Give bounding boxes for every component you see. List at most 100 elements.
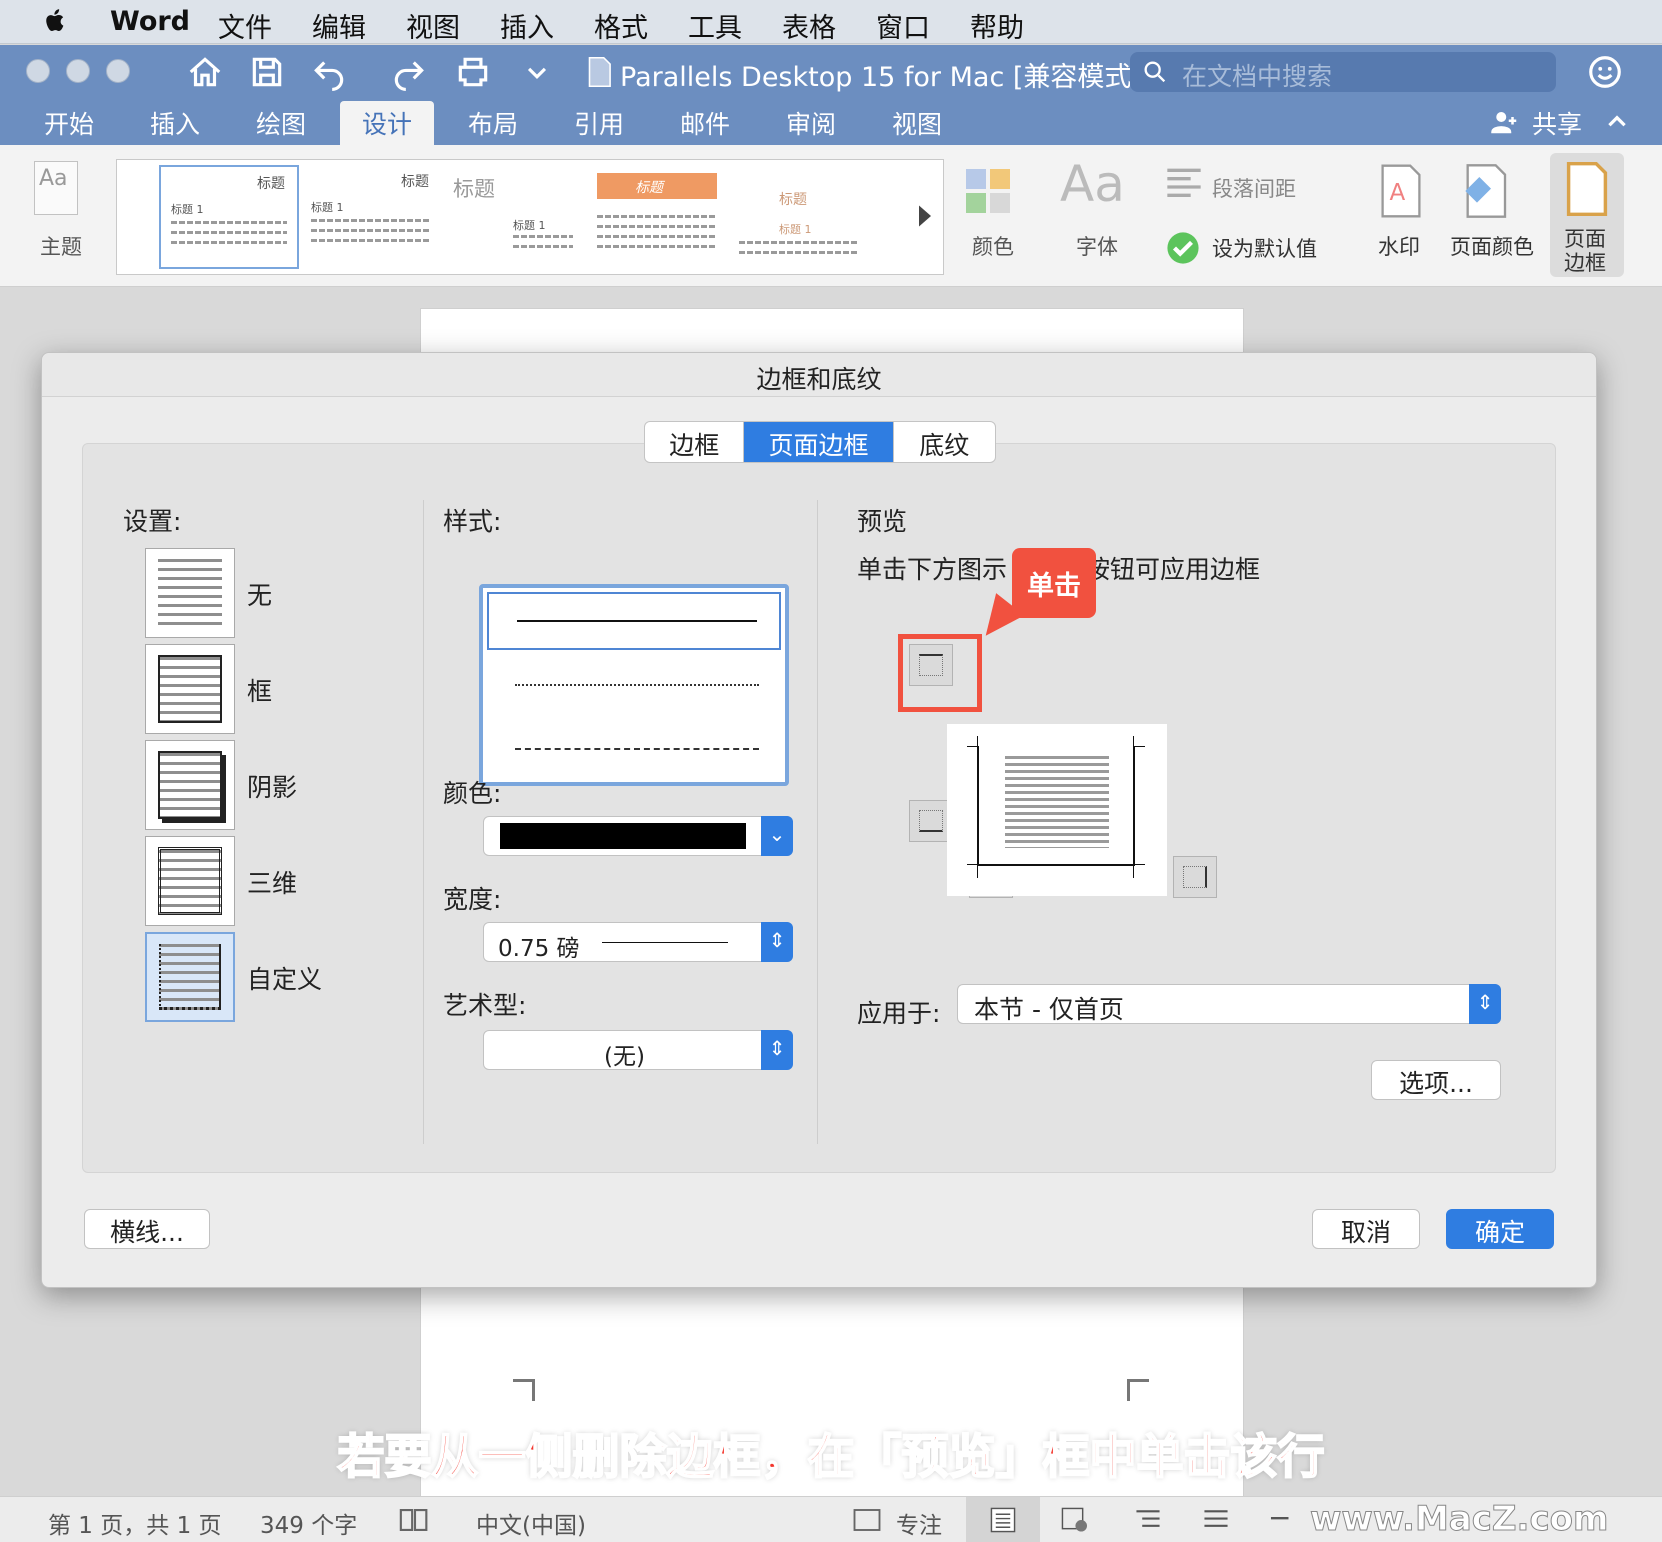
color-dropdown[interactable]: ⌄	[483, 816, 793, 856]
print-icon[interactable]	[454, 53, 492, 91]
setting-shadow[interactable]	[145, 740, 235, 830]
ribbon-tabs: 开始 插入 绘图 设计 布局 引用 邮件 审阅 视图 共享	[0, 99, 1662, 145]
menu-file[interactable]: 文件	[218, 6, 272, 45]
proofing-icon[interactable]	[398, 1507, 432, 1533]
tab-borders[interactable]: 边框	[645, 422, 745, 462]
theme-icon[interactable]: Aa	[34, 161, 78, 215]
outline-view-icon[interactable]	[1132, 1507, 1164, 1533]
art-dropdown[interactable]: (无) ⇕	[483, 1030, 793, 1070]
set-default-button[interactable]: 设为默认值	[1212, 233, 1317, 263]
gallery-style-1[interactable]: 标题 标题 1	[159, 165, 299, 269]
preview-left-line[interactable]	[977, 746, 979, 866]
setting-3d[interactable]	[145, 836, 235, 926]
gallery-style-4[interactable]: 标题	[587, 165, 727, 269]
fonts-label[interactable]: 字体	[1076, 231, 1118, 261]
line-style-solid[interactable]	[487, 592, 781, 650]
setting-none-label[interactable]: 无	[247, 576, 272, 612]
width-dropdown[interactable]: 0.75 磅 ⇕	[483, 922, 793, 962]
menu-format[interactable]: 格式	[594, 6, 648, 45]
line-style-list[interactable]	[479, 584, 789, 786]
preview-bottom-line[interactable]	[977, 864, 1135, 866]
colors-icon[interactable]	[966, 169, 1010, 215]
page-color-icon[interactable]	[1458, 163, 1510, 219]
tab-references[interactable]: 引用	[574, 105, 624, 141]
tab-layout[interactable]: 布局	[468, 105, 518, 141]
cancel-button[interactable]: 取消	[1312, 1209, 1420, 1249]
tab-review[interactable]: 审阅	[786, 105, 836, 141]
theme-label[interactable]: 主题	[40, 231, 82, 261]
paragraph-spacing-icon[interactable]	[1164, 165, 1204, 199]
apply-to-label: 应用于:	[857, 999, 941, 1028]
tab-home[interactable]: 开始	[44, 105, 94, 141]
web-layout-icon[interactable]	[1058, 1507, 1090, 1533]
menu-edit[interactable]: 编辑	[312, 6, 366, 45]
tab-view[interactable]: 视图	[892, 105, 942, 141]
fonts-icon[interactable]: Aa	[1060, 155, 1125, 213]
redo-icon[interactable]	[390, 53, 428, 91]
svg-text:A: A	[1390, 180, 1406, 206]
setting-none[interactable]	[145, 548, 235, 638]
apple-icon[interactable]	[40, 6, 70, 36]
home-icon[interactable]	[186, 53, 224, 91]
menu-tools[interactable]: 工具	[688, 6, 742, 45]
customize-toolbar-icon[interactable]	[518, 53, 556, 91]
border-preview[interactable]	[947, 724, 1167, 896]
menu-help[interactable]: 帮助	[970, 6, 1024, 45]
gallery-style-2[interactable]: 标题 标题 1	[301, 165, 441, 269]
paragraph-spacing-label[interactable]: 段落间距	[1212, 173, 1296, 203]
word-count[interactable]: 349 个字	[260, 1506, 357, 1540]
search-input[interactable]: 在文档中搜索	[1130, 52, 1556, 92]
watermark-label[interactable]: 水印	[1378, 231, 1420, 261]
page-color-label[interactable]: 页面颜色	[1450, 231, 1534, 261]
colors-label[interactable]: 颜色	[972, 231, 1014, 261]
right-border-button[interactable]	[1173, 856, 1217, 898]
theme-icon-text: Aa	[39, 166, 68, 191]
setting-3d-label[interactable]: 三维	[247, 864, 297, 900]
print-layout-view-button[interactable]	[966, 1497, 1040, 1542]
ok-button[interactable]: 确定	[1446, 1209, 1554, 1249]
options-button[interactable]: 选项...	[1371, 1060, 1501, 1100]
undo-icon[interactable]	[310, 53, 348, 91]
close-window-button[interactable]	[26, 59, 50, 83]
tab-insert[interactable]: 插入	[150, 105, 200, 141]
draft-view-icon[interactable]	[1200, 1507, 1232, 1533]
setting-custom-label[interactable]: 自定义	[247, 960, 322, 996]
preview-right-line[interactable]	[1133, 746, 1135, 866]
minimize-window-button[interactable]	[66, 59, 90, 83]
zoom-window-button[interactable]	[106, 59, 130, 83]
collapse-ribbon-icon[interactable]	[1604, 109, 1630, 135]
tab-design[interactable]: 设计	[340, 101, 435, 145]
focus-label[interactable]: 专注	[896, 1506, 942, 1540]
share-button[interactable]: 共享	[1532, 105, 1582, 141]
document-title: Parallels Desktop 15 for Mac [兼容模式]	[620, 62, 1142, 93]
click-callout: 单击	[1012, 548, 1096, 618]
gallery-style-3[interactable]: 标题 标题 1	[443, 165, 583, 269]
tab-draw[interactable]: 绘图	[256, 105, 306, 141]
tab-page-border[interactable]: 页面边框	[744, 422, 894, 462]
focus-icon[interactable]	[852, 1507, 882, 1533]
setting-custom[interactable]	[145, 932, 235, 1022]
setting-box-label[interactable]: 框	[247, 672, 272, 708]
tab-mailings[interactable]: 邮件	[680, 105, 730, 141]
setting-shadow-label[interactable]: 阴影	[247, 768, 297, 804]
menu-view[interactable]: 视图	[406, 6, 460, 45]
apply-to-dropdown[interactable]: 本节 - 仅首页 ⇕	[957, 984, 1501, 1024]
gallery-style-5[interactable]: 标题 标题 1	[729, 165, 869, 269]
line-style-dashed[interactable]	[515, 748, 759, 750]
watermark-icon[interactable]: A	[1378, 163, 1424, 219]
page-borders-button[interactable]: 页面 边框	[1550, 153, 1624, 277]
horizontal-line-button[interactable]: 横线...	[84, 1209, 210, 1249]
smiley-feedback-icon[interactable]	[1586, 53, 1624, 91]
tab-shading[interactable]: 底纹	[894, 422, 995, 462]
menu-insert[interactable]: 插入	[500, 6, 554, 45]
line-style-dotted[interactable]	[515, 684, 759, 686]
menu-table[interactable]: 表格	[782, 6, 836, 45]
save-icon[interactable]	[248, 53, 286, 91]
setting-box[interactable]	[145, 644, 235, 734]
language-status[interactable]: 中文(中国)	[476, 1506, 586, 1540]
gallery-next-icon[interactable]	[917, 204, 933, 228]
menu-app-name[interactable]: Word	[110, 6, 190, 37]
page-count[interactable]: 第 1 页，共 1 页	[48, 1506, 222, 1540]
zoom-out-button[interactable]: −	[1268, 1501, 1291, 1534]
menu-window[interactable]: 窗口	[876, 6, 930, 45]
